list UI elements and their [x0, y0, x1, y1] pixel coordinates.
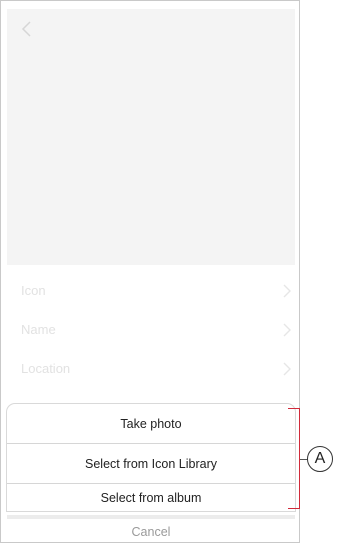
photo-source-action-sheet: Take photo Select from Icon Library Sele… [7, 404, 295, 511]
list-item-label: Location [21, 361, 71, 376]
settings-list: Icon Name Location [7, 271, 295, 388]
header-image-area[interactable] [7, 9, 295, 265]
cancel-button[interactable]: Cancel [7, 515, 295, 542]
chevron-right-icon [283, 323, 291, 337]
select-from-icon-library-button[interactable]: Select from Icon Library [7, 444, 295, 484]
select-from-album-button[interactable]: Select from album [7, 484, 295, 511]
callout-bracket [288, 408, 300, 509]
list-item-label: Icon [21, 283, 46, 298]
callout-badge: A [307, 446, 333, 472]
chevron-right-icon [283, 284, 291, 298]
list-item-icon[interactable]: Icon [7, 271, 295, 310]
chevron-left-icon[interactable] [17, 19, 37, 39]
chevron-right-icon [283, 362, 291, 376]
list-item-location[interactable]: Location [7, 349, 295, 388]
list-item-label: Name [21, 322, 56, 337]
list-item-name[interactable]: Name [7, 310, 295, 349]
phone-screen: Icon Name Location Take photo Select fro… [0, 0, 300, 543]
take-photo-button[interactable]: Take photo [7, 404, 295, 444]
